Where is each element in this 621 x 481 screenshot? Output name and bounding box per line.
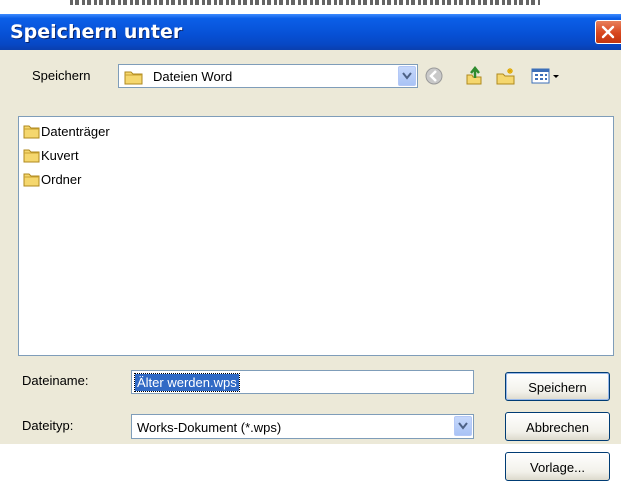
folder-icon bbox=[23, 149, 40, 163]
chevron-down-icon bbox=[458, 422, 468, 430]
filetype-dropdown-button[interactable] bbox=[454, 416, 472, 436]
template-button[interactable]: Vorlage... bbox=[505, 452, 610, 481]
file-name: Ordner bbox=[41, 172, 82, 187]
up-folder-button[interactable] bbox=[464, 65, 484, 86]
back-icon bbox=[425, 67, 443, 85]
views-menu-icon bbox=[531, 68, 559, 84]
cut-off-text bbox=[70, 0, 540, 5]
dialog-body: Speichern Dateien Word Datenträger Kuver… bbox=[0, 50, 621, 481]
folder-icon bbox=[124, 71, 143, 85]
folder-icon bbox=[23, 173, 40, 187]
filetype-dropdown[interactable]: Works-Dokument (*.wps) bbox=[131, 414, 474, 439]
file-list[interactable]: Datenträger Kuvert Ordner bbox=[18, 116, 614, 356]
filename-value[interactable]: Älter werden.wps bbox=[134, 373, 240, 392]
folder-icon bbox=[23, 125, 40, 139]
save-button[interactable]: Speichern bbox=[505, 372, 610, 401]
new-folder-button[interactable] bbox=[495, 66, 515, 86]
look-in-dropdown-button[interactable] bbox=[398, 66, 416, 86]
back-button[interactable] bbox=[424, 66, 444, 86]
close-button[interactable] bbox=[595, 20, 621, 44]
views-menu-button[interactable] bbox=[530, 66, 564, 86]
look-in-label: Speichern bbox=[32, 68, 91, 83]
look-in-value: Dateien Word bbox=[153, 69, 233, 84]
close-icon bbox=[601, 25, 615, 39]
look-in-dropdown[interactable]: Dateien Word bbox=[118, 64, 418, 88]
file-name: Kuvert bbox=[41, 148, 79, 163]
filename-label: Dateiname: bbox=[22, 373, 89, 388]
chevron-down-icon bbox=[402, 72, 412, 80]
save-as-dialog: Speichern unter Speichern Dateien Word D… bbox=[0, 14, 621, 481]
title-bar[interactable]: Speichern unter bbox=[0, 14, 621, 50]
new-folder-icon bbox=[496, 68, 515, 85]
dialog-title: Speichern unter bbox=[10, 21, 183, 43]
cancel-button[interactable]: Abbrechen bbox=[505, 412, 610, 441]
up-folder-icon bbox=[466, 65, 482, 85]
background-window-fragment bbox=[0, 0, 621, 14]
file-name: Datenträger bbox=[41, 124, 110, 139]
filename-input[interactable]: Älter werden.wps bbox=[131, 370, 474, 394]
filetype-value: Works-Dokument (*.wps) bbox=[137, 420, 282, 435]
filetype-label: Dateityp: bbox=[22, 418, 74, 433]
